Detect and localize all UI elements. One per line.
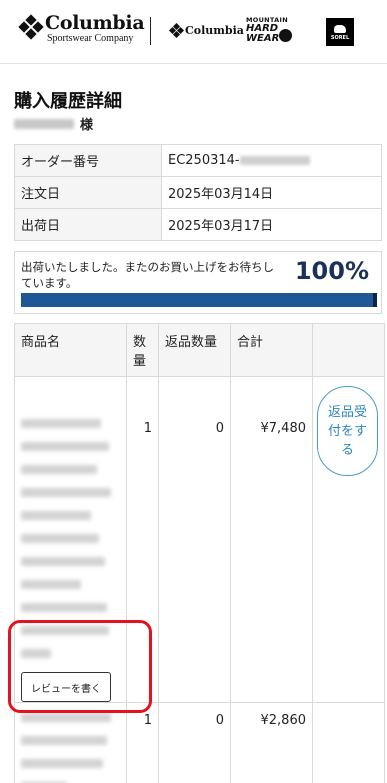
brand-small-text: Columbia [185, 24, 244, 37]
product-name-cell [14, 702, 127, 783]
mhw-emblem-icon [279, 29, 292, 42]
item-action-cell [312, 702, 385, 783]
site-header: Columbia Sportswear Company Columbia MOU… [0, 0, 387, 64]
ship-date-label: 出荷日 [14, 208, 162, 241]
order-number-value: EC250314- [161, 144, 382, 177]
order-number-redacted [239, 156, 310, 165]
col-header-total: 合計 [230, 323, 313, 377]
table-row: レビューを書く 1 0 ¥7,480 返品受付をする [14, 376, 385, 703]
order-number-row: オーダー番号 EC250314- [14, 144, 382, 177]
columbia-sportswear-logo[interactable]: Columbia Sportswear Company [18, 12, 145, 44]
columbia-small-diamond-icon [168, 22, 185, 39]
sorel-logo[interactable]: SOREL [326, 18, 354, 46]
polar-bear-icon [334, 25, 346, 33]
item-action-cell: 返品受付をする [312, 376, 385, 703]
page-title: 購入履歴詳細 [14, 91, 122, 112]
order-date-row: 注文日 2025年03月14日 [14, 176, 382, 209]
ship-date-value: 2025年03月17日 [161, 208, 382, 241]
write-review-button[interactable]: レビューを書く [21, 672, 111, 702]
customer-honorific: 様 [80, 118, 94, 133]
sorel-text: SOREL [330, 35, 350, 41]
brand-main-text: Columbia [45, 12, 145, 34]
columbia-diamond-icon [18, 14, 44, 40]
item-return-qty: 0 [158, 702, 231, 783]
order-date-label: 注文日 [14, 176, 162, 209]
item-return-qty: 0 [158, 376, 231, 703]
mountain-hardwear-logo[interactable]: MOUNTAIN HARD WEAR [246, 16, 296, 48]
product-name-cell: レビューを書く [14, 376, 127, 703]
status-percent: 100% [294, 257, 369, 285]
col-header-name: 商品名 [14, 323, 127, 377]
item-qty: 1 [126, 702, 159, 783]
item-total: ¥7,480 [230, 376, 313, 703]
table-row: 1 0 ¥2,860 [14, 702, 385, 783]
order-number-prefix: EC250314- [168, 153, 240, 168]
items-header-row: 商品名 数量 返品数量 合計 [14, 323, 385, 377]
header-divider [150, 17, 151, 45]
customer-name: 様 [14, 114, 93, 133]
col-header-return-qty: 返品数量 [158, 323, 231, 377]
ship-date-row: 出荷日 2025年03月17日 [14, 208, 382, 241]
col-header-action [312, 323, 385, 377]
progress-bar [21, 293, 377, 307]
brand-sub-text: Sportswear Company [47, 33, 134, 44]
customer-name-redacted [14, 118, 74, 129]
columbia-logo[interactable]: Columbia [168, 22, 244, 39]
order-info-table: オーダー番号 EC250314- 注文日 2025年03月14日 出荷日 202… [14, 144, 382, 241]
item-total: ¥2,860 [230, 702, 313, 783]
col-header-qty: 数量 [126, 323, 159, 377]
status-message: 出荷いたしました。またのお買い上げをお待ちしています。 [21, 260, 274, 290]
order-date-value: 2025年03月14日 [161, 176, 382, 209]
shipping-status-box: 出荷いたしました。またのお買い上げをお待ちしています。 100% [14, 251, 382, 314]
return-request-button[interactable]: 返品受付をする [317, 386, 378, 476]
items-table: 商品名 数量 返品数量 合計 レビューを書く 1 0 ¥7,480 返品受付をす… [14, 323, 385, 783]
progress-bar-fill [21, 293, 377, 307]
item-qty: 1 [126, 376, 159, 703]
order-number-label: オーダー番号 [14, 144, 162, 177]
